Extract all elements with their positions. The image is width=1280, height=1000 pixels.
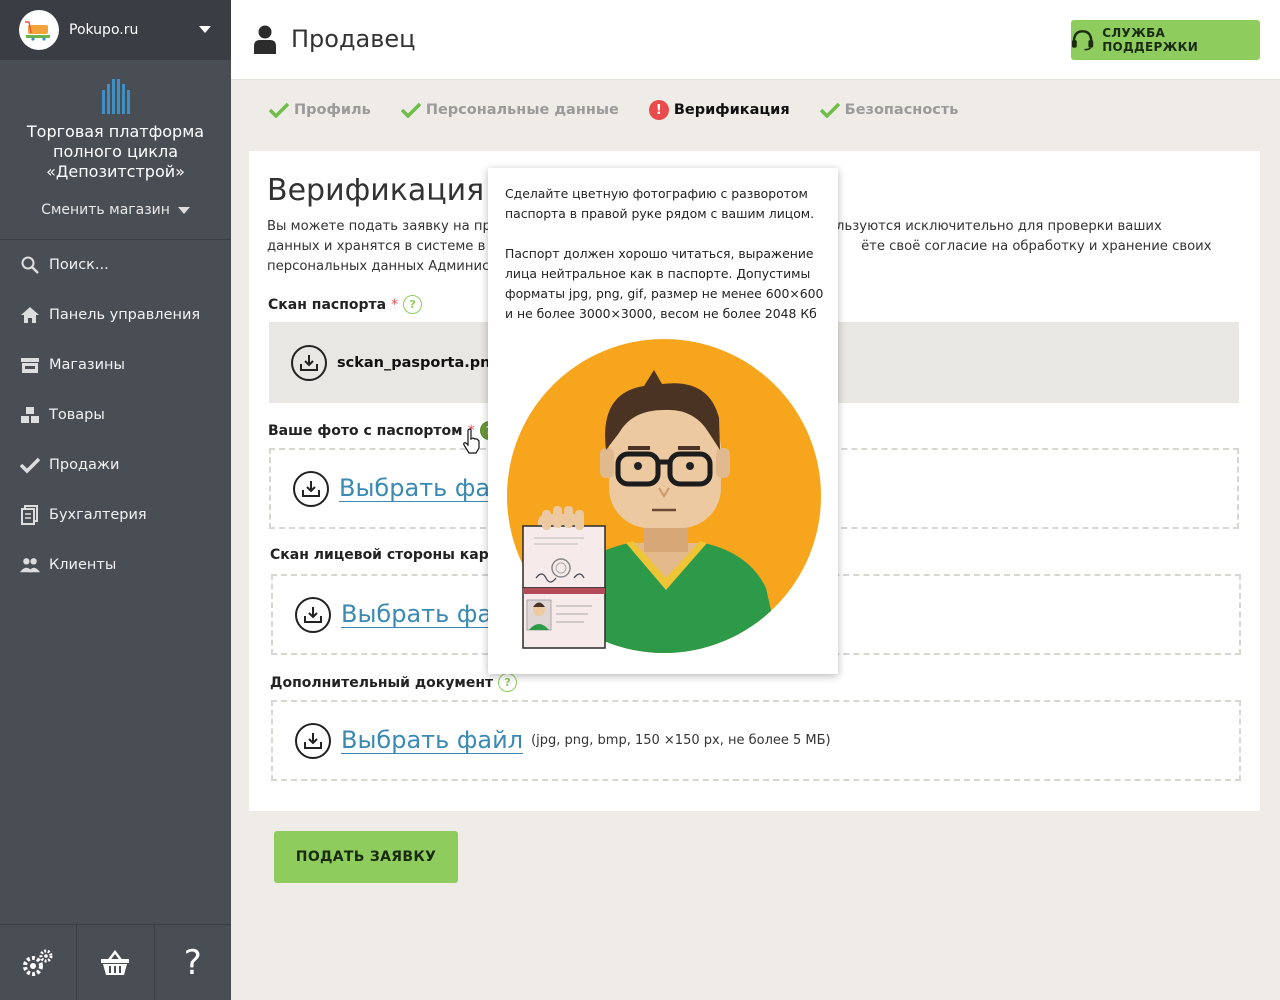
checkmark-icon (819, 102, 840, 118)
download-icon (295, 596, 331, 633)
platform-logo (101, 79, 130, 114)
required-mark: * (391, 296, 399, 313)
field-label-text: Скан паспорта (268, 296, 387, 313)
store-logo (19, 10, 59, 50)
selfie-with-passport-illustration (507, 339, 821, 653)
sidebar: Pokupo.ru Торговая платформа полного цик… (0, 0, 231, 1000)
checkmark-icon (269, 102, 289, 118)
tab-label: Верификация (673, 102, 790, 118)
settings-button[interactable] (0, 925, 78, 1000)
sidebar-item-label: Поиск... (49, 257, 109, 273)
intro-text: ёте своё согласие на обработку и хранени… (861, 239, 1212, 254)
documents-icon (20, 505, 40, 525)
sidebar-item-sales[interactable]: Продажи (0, 440, 231, 490)
sidebar-item-accounting[interactable]: Бухгалтерия (0, 490, 231, 540)
file-requirements-hint: (jpg, png, bmp, 150 ×150 px, не более 5 … (531, 733, 831, 748)
card-front-label: Скан лицевой стороны карты (270, 547, 510, 563)
tab-label: Персональные данные (425, 102, 619, 118)
platform-title: Торговая платформа полного цикла «Депози… (26, 122, 205, 181)
store-name: Pokupo.ru (69, 22, 139, 38)
tab-label: Профиль (294, 102, 371, 118)
additional-doc-upload[interactable]: Выбрать файл (jpg, png, bmp, 150 ×150 px… (271, 700, 1241, 781)
boxes-icon (20, 405, 40, 425)
download-icon (295, 722, 331, 759)
home-icon (20, 305, 40, 325)
support-label: СЛУЖБА ПОДДЕРЖКИ (1102, 26, 1199, 54)
field-label-text: Дополнительный документ (270, 674, 494, 691)
intro-text: Вы можете подать заявку на прове (267, 219, 515, 234)
help-label: ? (183, 942, 202, 983)
verification-title: Верификация (267, 173, 485, 208)
tooltip-text: Сделайте цветную фотографию с разворотом… (505, 184, 825, 324)
tooltip-paragraph: Сделайте цветную фотографию с разворотом… (505, 186, 815, 221)
basket-icon (101, 949, 130, 975)
sidebar-item-dashboard[interactable]: Панель управления (0, 290, 231, 340)
help-icon[interactable]: ? (403, 295, 423, 314)
support-button[interactable]: СЛУЖБА ПОДДЕРЖКИ (1071, 20, 1260, 60)
sidebar-item-label: Магазины (49, 357, 125, 373)
check-icon (20, 455, 40, 475)
field-label-text: Скан лицевой стороны карты (270, 547, 510, 563)
field-label-text: Ваше фото с паспортом (268, 422, 463, 439)
pointer-cursor-icon (463, 428, 480, 454)
headset-icon (1071, 30, 1094, 51)
download-icon (291, 344, 327, 381)
basket-button[interactable] (77, 925, 155, 1000)
tab-personal-data[interactable]: Персональные данные (400, 102, 619, 118)
sidebar-item-search[interactable]: Поиск... (0, 240, 231, 290)
help-tooltip: Сделайте цветную фотографию с разворотом… (488, 168, 838, 674)
switch-store-button[interactable]: Сменить магазин (41, 202, 190, 218)
tabs: Профиль Персональные данные ! Верификаци… (231, 81, 1280, 139)
switch-store-label: Сменить магазин (41, 202, 170, 218)
additional-doc-label: Дополнительный документ ? (270, 673, 518, 692)
checkmark-icon (400, 102, 421, 118)
sidebar-item-products[interactable]: Товары (0, 390, 231, 440)
topbar: Продавец СЛУЖБА ПОДДЕРЖКИ (231, 0, 1280, 80)
error-icon: ! (648, 100, 669, 120)
download-icon (293, 470, 329, 507)
page-title-text: Продавец (291, 25, 416, 53)
sidebar-item-label: Бухгалтерия (49, 507, 147, 523)
tab-security[interactable]: Безопасность (819, 102, 959, 118)
tab-label: Безопасность (844, 102, 959, 118)
choose-file-link[interactable]: Выбрать файл (341, 727, 524, 754)
chevron-down-icon (177, 206, 190, 214)
gear-icon (23, 949, 53, 976)
help-icon[interactable]: ? (498, 673, 518, 692)
user-icon (254, 25, 276, 54)
users-icon (20, 555, 40, 575)
chevron-down-icon[interactable] (199, 26, 211, 33)
sidebar-item-label: Товары (49, 407, 105, 423)
tooltip-paragraph: Паспорт должен хорошо читаться, выражени… (505, 246, 824, 321)
sidebar-item-label: Клиенты (49, 557, 117, 573)
uploaded-file-name: sckan_pasporta.png (337, 354, 501, 371)
sidebar-nav: Поиск... Панель управления Магазины Това… (0, 240, 231, 590)
intro-text: персональных данных Администрат (267, 259, 522, 274)
sidebar-item-label: Панель управления (49, 307, 201, 323)
store-switcher[interactable]: Pokupo.ru (0, 0, 231, 60)
sidebar-item-stores[interactable]: Магазины (0, 340, 231, 390)
platform-block: Торговая платформа полного цикла «Депози… (0, 60, 231, 240)
search-icon (20, 255, 40, 275)
tab-profile[interactable]: Профиль (269, 102, 371, 118)
intro-text: данных и хранятся в системе в защ (267, 239, 518, 254)
store-icon (20, 355, 40, 375)
passport-scan-label: Скан паспорта * ? (268, 295, 423, 314)
tab-verification[interactable]: ! Верификация (648, 100, 790, 120)
sidebar-item-clients[interactable]: Клиенты (0, 540, 231, 590)
help-button[interactable]: ? (155, 925, 231, 1000)
page-title: Продавец (253, 24, 416, 54)
submit-button[interactable]: ПОДАТЬ ЗАЯВКУ (274, 831, 458, 883)
sidebar-item-label: Продажи (49, 457, 120, 473)
sidebar-footer: ? (0, 924, 231, 1000)
